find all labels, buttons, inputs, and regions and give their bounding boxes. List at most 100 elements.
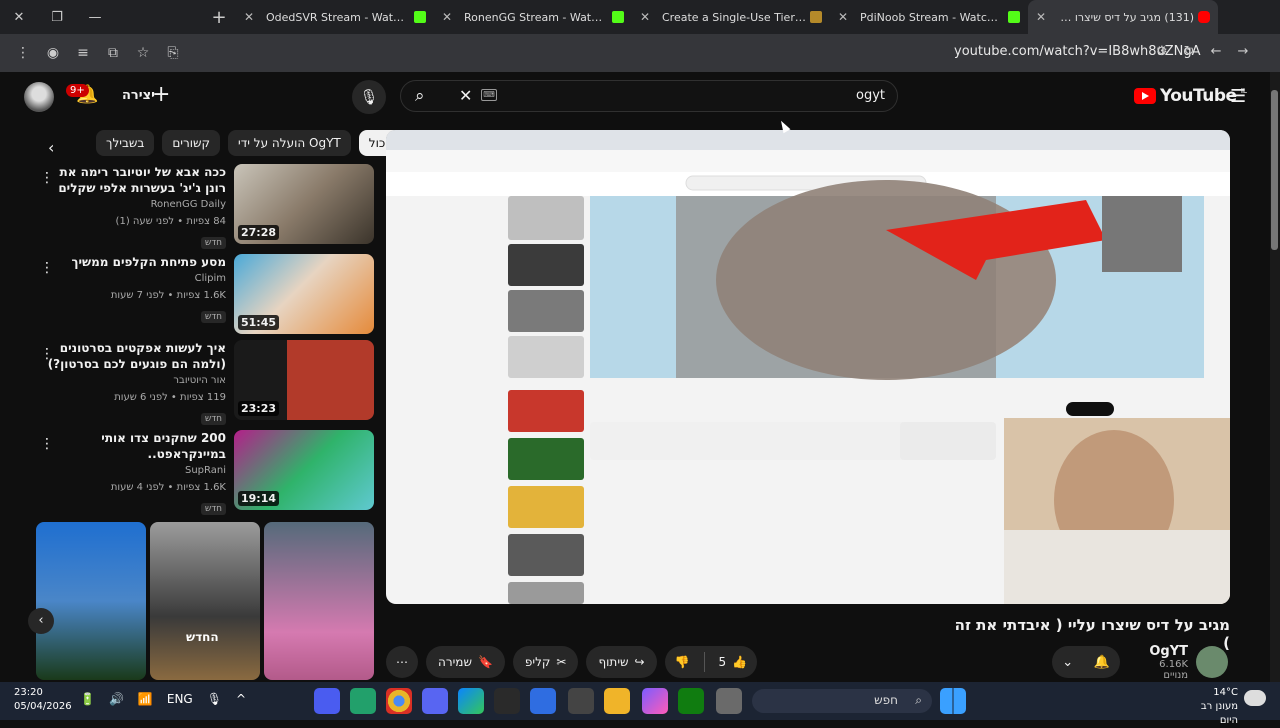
weather-widget[interactable]: 14°C מעונן רב היום [1180, 686, 1238, 728]
minimize-window-icon[interactable]: — [76, 0, 114, 34]
more-options-icon[interactable]: ⋮ [40, 436, 54, 452]
app-icon-misc[interactable] [716, 688, 742, 714]
bookmark-star-icon[interactable]: ☆ [128, 45, 158, 61]
short-thumbnail[interactable] [264, 522, 374, 680]
extensions-icon[interactable]: ≡ [68, 45, 98, 61]
video-thumbnail[interactable]: 27:28 [234, 164, 374, 244]
channel-name[interactable]: אור היוטיובר [42, 372, 226, 389]
close-window-icon[interactable]: ✕ [0, 0, 38, 34]
subscription-bell-button[interactable]: ⌄ 🔔 [1052, 646, 1120, 678]
logo-text: YouTube [1160, 86, 1237, 106]
app-icon-calc[interactable] [350, 688, 376, 714]
short-thumbnail[interactable]: החדש [150, 522, 260, 680]
chevron-left-icon[interactable]: ‹ [48, 138, 54, 157]
clip-button[interactable]: קליפ ✂ [512, 646, 579, 678]
more-options-icon[interactable]: ⋮ [40, 260, 54, 276]
search-bar[interactable]: ⌕ ✕ ⌨ ogyt [400, 80, 898, 112]
clear-search-icon[interactable]: ✕ [459, 86, 472, 105]
browser-tab[interactable]: ✕ PdiNoob Stream - Watch Live o [830, 0, 1028, 34]
windows-start-icon[interactable] [940, 688, 966, 714]
search-input[interactable]: ogyt [856, 88, 885, 103]
recommendation-card[interactable]: 23:23 איך לעשות אפקטים בסרטונים (ולמה הם… [36, 340, 374, 425]
create-button-label[interactable]: יצירה [122, 88, 155, 103]
create-plus-icon[interactable]: + [152, 82, 170, 107]
page-action-icon[interactable]: ⎘ [158, 45, 188, 61]
channel-name[interactable]: Clipim [42, 270, 226, 287]
app-icon-notes[interactable] [314, 688, 340, 714]
browser-tab-active[interactable]: ✕ (131) מגיב על דיס שיצרו עליי [1028, 0, 1218, 34]
keyboard-icon[interactable]: ⌨ [481, 89, 497, 101]
recommendation-card[interactable]: 51:45 מסע פתיחת הקלפים ממשיך Clipim 1.6K… [36, 254, 374, 334]
language-indicator[interactable]: ENG [167, 692, 193, 706]
close-tab-icon[interactable]: ✕ [1036, 10, 1054, 24]
extension-puzzle-icon[interactable]: ⧉ [98, 45, 128, 61]
app-icon-store[interactable] [494, 688, 520, 714]
video-player[interactable] [386, 130, 1230, 604]
wifi-icon[interactable]: 📶 [138, 692, 153, 706]
more-actions-button[interactable]: ⋯ [386, 646, 418, 678]
video-title[interactable]: מסע פתיחת הקלפים ממשיך [42, 254, 226, 270]
more-options-icon[interactable]: ⋮ [40, 170, 54, 186]
video-thumbnail[interactable]: 51:45 [234, 254, 374, 334]
like-icon[interactable]: 👍 [732, 655, 747, 669]
site-settings-icon[interactable]: ⚙ [1156, 44, 1168, 59]
forward-icon[interactable]: → [1237, 44, 1248, 59]
chip-related[interactable]: קשורים [162, 130, 221, 156]
browser-tab[interactable]: ✕ RonenGG Stream - Watch Live o [434, 0, 632, 34]
user-avatar[interactable] [24, 82, 54, 112]
shorts-prev-arrow-icon[interactable]: ‹ [28, 608, 54, 634]
reload-icon[interactable]: ↻ [1184, 44, 1195, 59]
new-tab-button[interactable]: + [202, 7, 236, 28]
app-icon-discord[interactable] [422, 688, 448, 714]
battery-icon[interactable]: 🔋 [80, 692, 95, 706]
close-tab-icon[interactable]: ✕ [640, 10, 658, 24]
mic-tray-icon[interactable]: 🎙 [207, 692, 222, 706]
channel-avatar[interactable] [1196, 646, 1228, 678]
app-icon-copilot[interactable] [642, 688, 668, 714]
tab-title: RonenGG Stream - Watch Live o [464, 10, 608, 24]
system-clock[interactable]: 23:20 05/04/2026 [14, 686, 72, 714]
chip-uploaded-by[interactable]: הועלה על ידי OgYT [228, 130, 351, 156]
scrollbar-thumb[interactable] [1271, 90, 1278, 250]
card-meta: מסע פתיחת הקלפים ממשיך Clipim 1.6K צפיות… [42, 254, 226, 323]
close-tab-icon[interactable]: ✕ [244, 10, 262, 24]
video-thumbnail[interactable]: 19:14 [234, 430, 374, 510]
video-title[interactable]: ככה אבא של יוטיובר רימה את רונן ג'יג' בע… [42, 164, 226, 196]
profile-avatar-icon[interactable]: ◉ [38, 45, 68, 61]
voice-search-icon[interactable]: 🎙 [352, 80, 386, 114]
close-tab-icon[interactable]: ✕ [838, 10, 856, 24]
close-tab-icon[interactable]: ✕ [442, 10, 460, 24]
dislike-icon[interactable]: 👎 [675, 655, 690, 669]
share-button[interactable]: שיתוף ↪ [586, 646, 657, 678]
channel-name[interactable]: RonenGG Daily [42, 196, 226, 213]
more-options-icon[interactable]: ⋮ [40, 346, 54, 362]
app-icon-chrome[interactable] [386, 688, 412, 714]
recommendation-card[interactable]: 19:14 200 שחקנים צדו אותי במיינקראפט.. S… [36, 430, 374, 515]
restore-window-icon[interactable]: ❐ [38, 0, 76, 34]
taskbar-search[interactable]: חפש ⌕ [752, 689, 932, 713]
video-thumbnail[interactable]: 23:23 [234, 340, 374, 420]
recommendation-card[interactable]: 27:28 ככה אבא של יוטיובר רימה את רונן ג'… [36, 164, 374, 249]
app-icon-tool[interactable] [530, 688, 556, 714]
menu-dots-icon[interactable]: ⋮ [8, 45, 38, 61]
volume-icon[interactable]: 🔊 [109, 692, 124, 706]
channel-name[interactable]: SupRani [42, 462, 226, 479]
back-icon[interactable]: ← [1211, 44, 1222, 59]
save-button[interactable]: שמירה 🔖 [426, 646, 505, 678]
short-thumbnail[interactable] [36, 522, 146, 680]
tray-chevron-icon[interactable]: ^ [236, 692, 246, 706]
video-title[interactable]: איך לעשות אפקטים בסרטונים (ולמה הם פוגעי… [42, 340, 226, 372]
chip-for-you[interactable]: בשבילך [96, 130, 155, 156]
app-icon-folder[interactable] [604, 688, 630, 714]
channel-name-main[interactable]: OgYT [1134, 644, 1188, 659]
app-icon-obs[interactable] [568, 688, 594, 714]
video-title[interactable]: 200 שחקנים צדו אותי במיינקראפט.. [42, 430, 226, 462]
app-icon-edge[interactable] [458, 688, 484, 714]
app-icon-xbox[interactable] [678, 688, 704, 714]
search-icon[interactable]: ⌕ [415, 86, 425, 106]
tab-title: (131) מגיב על דיס שיצרו עליי [1058, 10, 1194, 24]
browser-tab[interactable]: ✕ Create a Single-Use Tier List (P [632, 0, 830, 34]
browser-tab[interactable]: ✕ OdedSVR Stream - Watch Live o [236, 0, 434, 34]
tab-title: Create a Single-Use Tier List (P [662, 10, 806, 24]
hamburger-menu-icon[interactable]: ☰ [1230, 86, 1246, 107]
